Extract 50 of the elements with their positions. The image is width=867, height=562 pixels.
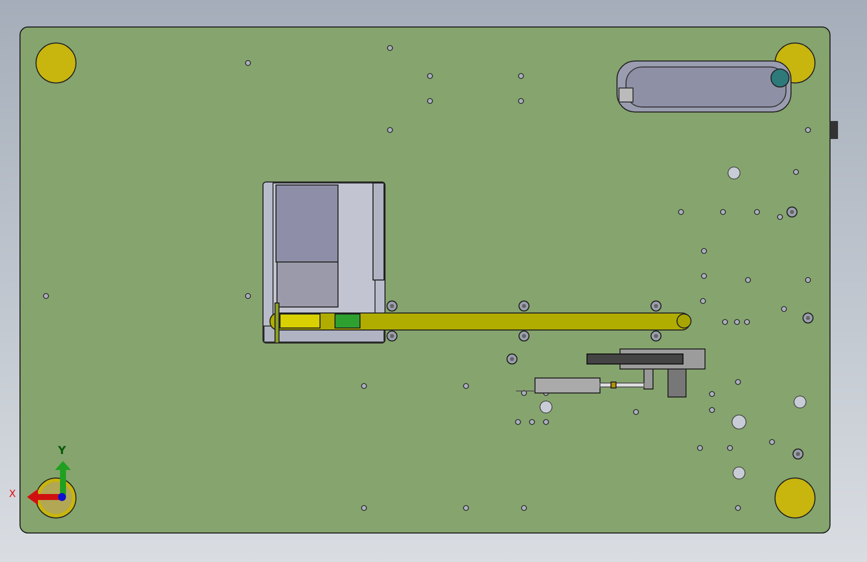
mounting-hole (805, 277, 811, 283)
y-axis-label: Y (58, 444, 66, 457)
mounting-hole (701, 273, 707, 279)
mounting-hole (387, 127, 393, 133)
mounting-hole (515, 419, 521, 425)
mounting-hole (463, 383, 469, 389)
mounting-hole (543, 419, 549, 425)
mounting-hole (720, 209, 726, 215)
round-boss (732, 414, 746, 430)
mounting-hole (700, 298, 706, 304)
axis-triad (27, 461, 72, 514)
corner-pad (774, 478, 816, 518)
mounting-hole (754, 209, 760, 215)
mounting-hole (709, 391, 715, 397)
mounting-hole (745, 277, 751, 283)
mounting-hole (518, 98, 524, 104)
mounting-hole (427, 73, 433, 79)
mounting-hole (529, 419, 535, 425)
mounting-hole (805, 127, 811, 133)
side-connector (830, 121, 838, 139)
mounting-hole (521, 390, 527, 396)
mounting-hole (518, 73, 524, 79)
mounting-hole (387, 45, 393, 51)
mounting-hole (678, 209, 684, 215)
mounting-hole (769, 439, 775, 445)
mounting-hole (781, 306, 787, 312)
mounting-hole (735, 505, 741, 511)
mounting-hole (727, 445, 733, 451)
round-boss (540, 400, 552, 414)
belt-bracket (274, 302, 280, 344)
mounting-hole (361, 383, 367, 389)
mounting-hole (697, 445, 703, 451)
mounting-hole (633, 409, 639, 415)
mounting-hole (361, 505, 367, 511)
mounting-hole (521, 505, 527, 511)
round-boss (794, 396, 806, 408)
round-boss (732, 466, 746, 480)
corner-pad (36, 42, 76, 84)
mounting-hole (245, 293, 251, 299)
mounting-hole (43, 293, 49, 299)
mounting-hole (793, 169, 799, 175)
mounting-hole (427, 98, 433, 104)
x-axis-label: X (9, 489, 16, 500)
mounting-hole (463, 505, 469, 511)
round-boss (728, 166, 740, 180)
mounting-hole (709, 407, 715, 413)
mounting-hole (777, 214, 783, 220)
mounting-hole (245, 60, 251, 66)
mounting-hole (701, 248, 707, 254)
mounting-hole (735, 379, 741, 385)
